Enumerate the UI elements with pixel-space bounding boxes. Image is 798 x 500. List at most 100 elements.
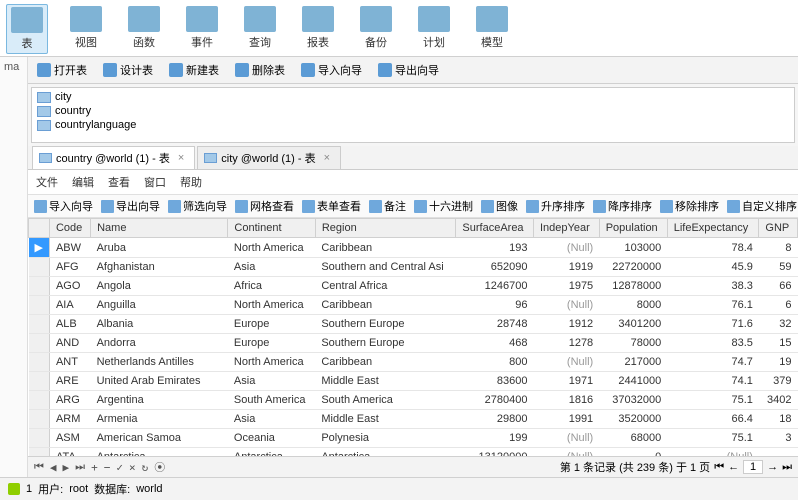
cell-GNP[interactable]: 3 xyxy=(759,429,798,448)
nav-last-button[interactable]: ⏭ xyxy=(75,460,85,474)
cell-IndepYear[interactable]: 1816 xyxy=(534,391,600,410)
gridtb-asc[interactable]: 升序排序 xyxy=(526,198,585,214)
col-LifeExpectancy[interactable]: LifeExpectancy xyxy=(667,219,759,238)
nav-first-button[interactable]: ⏮ xyxy=(34,460,44,474)
nav-next-button[interactable]: ▶ xyxy=(63,461,70,474)
cell-IndepYear[interactable]: 1991 xyxy=(534,410,600,429)
cell-Region[interactable]: Polynesia xyxy=(315,429,456,448)
cell-SurfaceArea[interactable]: 199 xyxy=(456,429,534,448)
ribbon-table[interactable]: 表 xyxy=(6,4,48,54)
nav-stop-button[interactable]: ⦿ xyxy=(154,459,165,475)
cell-GNP[interactable]: 8 xyxy=(759,238,798,258)
menu-帮助[interactable]: 帮助 xyxy=(180,174,202,190)
gridtb-custom-sort[interactable]: 自定义排序 xyxy=(727,198,797,214)
cell-Continent[interactable]: South America xyxy=(228,391,315,410)
nav-del-button[interactable]: − xyxy=(104,461,111,474)
ribbon-event[interactable]: 事件 xyxy=(182,4,222,54)
cell-LifeExpectancy[interactable]: 78.4 xyxy=(667,238,759,258)
table-row[interactable]: AIAAnguillaNorth AmericaCaribbean96(Null… xyxy=(29,296,798,315)
cell-Continent[interactable]: Oceania xyxy=(228,429,315,448)
col-Continent[interactable]: Continent xyxy=(228,219,315,238)
table-row[interactable]: ARGArgentinaSouth AmericaSouth America27… xyxy=(29,391,798,410)
cell-Population[interactable]: 8000 xyxy=(599,296,667,315)
object-countrylanguage[interactable]: countrylanguage xyxy=(34,118,792,132)
cell-IndepYear[interactable]: 1912 xyxy=(534,315,600,334)
cell-Code[interactable]: ARE xyxy=(49,372,90,391)
gridtb-gridview[interactable]: 网格查看 xyxy=(235,198,294,214)
table-row[interactable]: ATAAntarcticaAntarcticaAntarctica1312000… xyxy=(29,448,798,457)
close-icon[interactable]: × xyxy=(178,152,184,164)
cell-Region[interactable]: Central Africa xyxy=(315,277,456,296)
page-next-button[interactable]: → xyxy=(767,461,778,473)
cell-SurfaceArea[interactable]: 29800 xyxy=(456,410,534,429)
cell-Region[interactable]: Caribbean xyxy=(315,353,456,372)
cell-Code[interactable]: ASM xyxy=(49,429,90,448)
cell-IndepYear[interactable]: (Null) xyxy=(534,448,600,457)
object-country[interactable]: country xyxy=(34,104,792,118)
cell-Name[interactable]: Anguilla xyxy=(91,296,228,315)
cell-Region[interactable]: Southern Europe xyxy=(315,315,456,334)
cell-Name[interactable]: Angola xyxy=(91,277,228,296)
page-last-button[interactable]: ⏭ xyxy=(782,461,792,474)
cell-Continent[interactable]: Antarctica xyxy=(228,448,315,457)
gridtb-image[interactable]: 图像 xyxy=(481,198,518,214)
ribbon-model[interactable]: 模型 xyxy=(472,4,512,54)
object-city[interactable]: city xyxy=(34,90,792,104)
col-SurfaceArea[interactable]: SurfaceArea xyxy=(456,219,534,238)
cell-Population[interactable]: 12878000 xyxy=(599,277,667,296)
cell-Name[interactable]: Afghanistan xyxy=(91,258,228,277)
cell-Population[interactable]: 37032000 xyxy=(599,391,667,410)
table-row[interactable]: AGOAngolaAfricaCentral Africa12467001975… xyxy=(29,277,798,296)
data-grid[interactable]: CodeNameContinentRegionSurfaceAreaIndepY… xyxy=(28,218,798,456)
cell-IndepYear[interactable]: 1919 xyxy=(534,258,600,277)
cell-Population[interactable]: 217000 xyxy=(599,353,667,372)
cell-Continent[interactable]: Africa xyxy=(228,277,315,296)
cell-LifeExpectancy[interactable]: (Null) xyxy=(667,448,759,457)
ribbon-report[interactable]: 报表 xyxy=(298,4,338,54)
cell-Population[interactable]: 2441000 xyxy=(599,372,667,391)
cell-LifeExpectancy[interactable]: 75.1 xyxy=(667,391,759,410)
gridtb-desc[interactable]: 降序排序 xyxy=(593,198,652,214)
table-row[interactable]: AREUnited Arab EmiratesAsiaMiddle East83… xyxy=(29,372,798,391)
cell-Continent[interactable]: Europe xyxy=(228,315,315,334)
nav-apply-button[interactable]: ✓ xyxy=(116,461,123,474)
ribbon-backup[interactable]: 备份 xyxy=(356,4,396,54)
cell-Region[interactable]: Caribbean xyxy=(315,238,456,258)
cell-GNP[interactable]: 66 xyxy=(759,277,798,296)
ribbon-schedule[interactable]: 计划 xyxy=(414,4,454,54)
cell-IndepYear[interactable]: 1975 xyxy=(534,277,600,296)
import-wizard-button[interactable]: 导入向导 xyxy=(298,60,365,80)
col-Name[interactable]: Name xyxy=(91,219,228,238)
cell-Population[interactable]: 22720000 xyxy=(599,258,667,277)
table-row[interactable]: ARMArmeniaAsiaMiddle East298001991352000… xyxy=(29,410,798,429)
cell-GNP[interactable]: 15 xyxy=(759,334,798,353)
cell-IndepYear[interactable]: (Null) xyxy=(534,429,600,448)
cell-Name[interactable]: United Arab Emirates xyxy=(91,372,228,391)
cell-Name[interactable]: Antarctica xyxy=(91,448,228,457)
cell-LifeExpectancy[interactable]: 66.4 xyxy=(667,410,759,429)
open-table-button[interactable]: 打开表 xyxy=(34,60,90,80)
cell-Continent[interactable]: Asia xyxy=(228,372,315,391)
cell-SurfaceArea[interactable]: 2780400 xyxy=(456,391,534,410)
cell-Region[interactable]: Caribbean xyxy=(315,296,456,315)
table-row[interactable]: ANDAndorraEuropeSouthern Europe468127878… xyxy=(29,334,798,353)
cell-GNP[interactable]: 18 xyxy=(759,410,798,429)
cell-LifeExpectancy[interactable]: 45.9 xyxy=(667,258,759,277)
cell-Population[interactable]: 103000 xyxy=(599,238,667,258)
table-row[interactable]: AFGAfghanistanAsiaSouthern and Central A… xyxy=(29,258,798,277)
cell-Region[interactable]: South America xyxy=(315,391,456,410)
gridtb-import[interactable]: 导入向导 xyxy=(34,198,93,214)
new-table-button[interactable]: 新建表 xyxy=(166,60,222,80)
cell-Name[interactable]: Armenia xyxy=(91,410,228,429)
ribbon-view[interactable]: 视图 xyxy=(66,4,106,54)
cell-SurfaceArea[interactable]: 193 xyxy=(456,238,534,258)
cell-Population[interactable]: 78000 xyxy=(599,334,667,353)
nav-add-button[interactable]: + xyxy=(91,461,98,474)
cell-SurfaceArea[interactable]: 83600 xyxy=(456,372,534,391)
ribbon-function[interactable]: 函数 xyxy=(124,4,164,54)
cell-GNP[interactable]: 3402 xyxy=(759,391,798,410)
cell-LifeExpectancy[interactable]: 38.3 xyxy=(667,277,759,296)
table-row[interactable]: ANTNetherlands AntillesNorth AmericaCari… xyxy=(29,353,798,372)
cell-Continent[interactable]: Asia xyxy=(228,258,315,277)
cell-Region[interactable]: Middle East xyxy=(315,372,456,391)
